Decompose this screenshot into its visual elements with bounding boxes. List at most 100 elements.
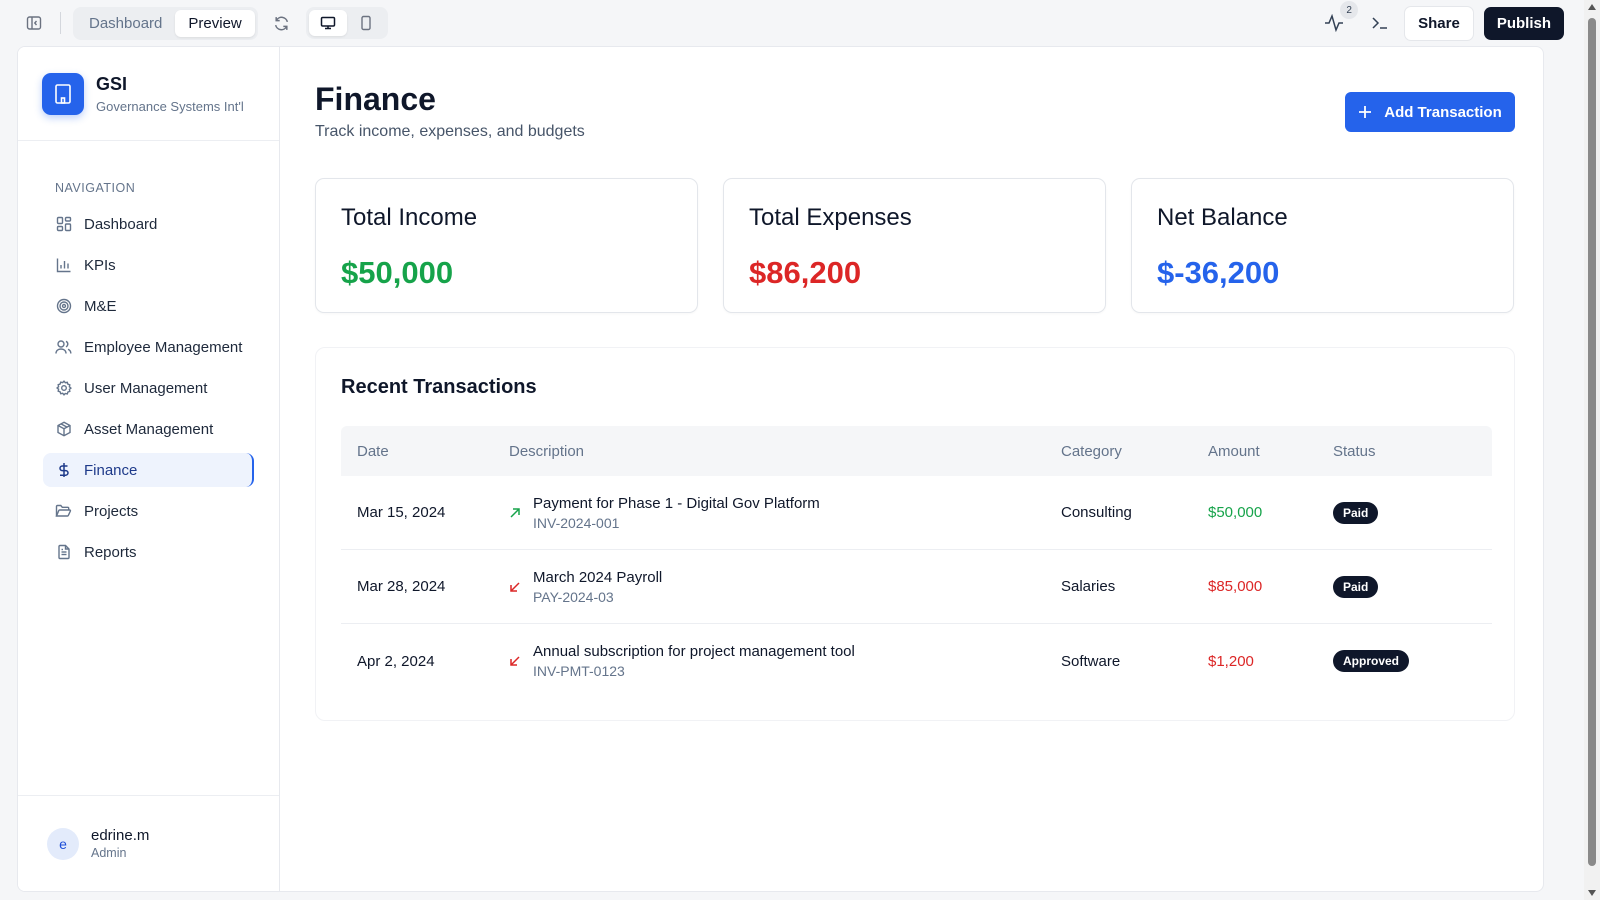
page-subtitle: Track income, expenses, and budgets [315,123,585,140]
sidebar-item-dashboard[interactable]: Dashboard [43,207,254,241]
table-row[interactable]: Mar 28, 2024 March 2024 Payroll PAY-2024… [341,550,1492,624]
gear-icon [55,380,72,397]
transaction-reference: INV-PMT-0123 [533,663,625,679]
sidebar-item-projects[interactable]: Projects [43,494,254,528]
device-toggle [305,7,388,39]
share-button[interactable]: Share [1404,5,1474,41]
sidebar-item-employee-management[interactable]: Employee Management [43,330,254,364]
grid-icon [55,216,72,233]
publish-button[interactable]: Publish [1483,6,1564,40]
transaction-description: Annual subscription for project manageme… [533,643,855,660]
net-balance-card: Net Balance $-36,200 [1131,178,1514,313]
transaction-reference: PAY-2024-03 [533,588,614,605]
arrow-down-left-icon [509,655,533,667]
app-window: GSI Governance Systems Int'l NAVIGATION … [17,46,1544,892]
activity-count-badge: 2 [1340,1,1359,19]
page-title: Finance [315,81,436,117]
cell-amount: $50,000 [1208,504,1263,521]
sidebar-item-user-management[interactable]: User Management [43,371,254,405]
cell-description: Payment for Phase 1 - Digital Gov Platfo… [509,495,1061,531]
target-icon [55,298,72,315]
sidebar-item-label: Reports [84,543,137,561]
building-icon [42,72,84,115]
users-icon [55,339,72,356]
cell-date: Mar 15, 2024 [357,504,446,521]
folder-icon [55,503,72,520]
sidebar-item-finance[interactable]: Finance [43,453,254,487]
box-icon [55,421,72,438]
arrow-up-right-icon [509,507,533,519]
brand-header: GSI Governance Systems Int'l [18,47,279,141]
recent-transactions-panel: Recent Transactions Date Description Cat… [315,347,1515,721]
cell-status: Paid [1333,575,1492,598]
sidebar-item-label: Dashboard [84,215,158,233]
avatar: e [47,827,79,860]
total-income-card: Total Income $50,000 [315,178,698,313]
user-profile[interactable]: e edrine.m Admin [18,795,279,891]
brand-name: GSI [96,73,128,94]
tab-preview[interactable]: Preview [175,9,255,37]
cell-category: Consulting [1061,504,1132,521]
sidebar-item-reports[interactable]: Reports [43,535,254,569]
cell-amount: $85,000 [1208,578,1263,595]
top-toolbar: Dashboard Preview 2 Share Publish [0,0,1584,46]
user-role: Admin [91,846,127,860]
total-expenses-card: Total Expenses $86,200 [723,178,1106,313]
column-header-description: Description [509,442,585,460]
status-badge: Paid [1333,501,1379,524]
sidebar: GSI Governance Systems Int'l NAVIGATION … [18,47,280,891]
transactions-table: Date Description Category Amount Status … [341,426,1492,698]
status-badge: Paid [1333,575,1379,598]
cell-amount: $1,200 [1208,652,1254,670]
refresh-icon[interactable] [268,9,296,37]
terminal-icon[interactable] [1366,9,1394,37]
scrollbar-thumb[interactable] [1588,18,1596,866]
status-badge: Approved [1333,650,1410,672]
cell-date: Mar 28, 2024 [357,578,446,595]
sidebar-item-label: KPIs [84,256,116,274]
mobile-view-button[interactable] [347,10,385,36]
column-header-amount: Amount [1208,442,1260,460]
sidebar-item-kpis[interactable]: KPIs [43,248,254,282]
cell-category: Software [1061,652,1121,670]
arrow-down-left-icon [509,581,533,593]
scroll-down-arrow-icon[interactable] [1588,890,1596,896]
cell-category: Salaries [1061,578,1116,595]
sidebar-item-label: M&E [84,297,117,315]
sidebar-item-label: Finance [84,461,138,479]
phone-icon [361,15,371,31]
transaction-description: March 2024 Payroll [533,568,663,586]
sidebar-item-label: User Management [84,379,208,397]
nav-section-title: NAVIGATION [55,181,136,195]
card-value: $-36,200 [1157,255,1280,290]
sidebar-item-label: Asset Management [84,420,214,438]
activity-icon[interactable]: 2 [1320,1,1359,37]
sidebar-item-me[interactable]: M&E [43,289,254,323]
table-header: Date Description Category Amount Status [341,426,1492,476]
bar-chart-icon [55,257,72,274]
sidebar-item-asset-management[interactable]: Asset Management [43,412,254,446]
cell-status: Approved [1333,650,1492,672]
transaction-reference: INV-2024-001 [533,514,620,531]
sidebar-item-label: Employee Management [84,338,243,356]
brand-subtitle: Governance Systems Int'l [96,98,244,114]
sidebar-item-label: Projects [84,502,139,520]
transaction-description: Payment for Phase 1 - Digital Gov Platfo… [533,494,820,512]
cell-description: Annual subscription for project manageme… [509,643,1061,679]
add-transaction-button[interactable]: Add Transaction [1345,92,1515,132]
table-row[interactable]: Apr 2, 2024 Annual subscription for proj… [341,624,1492,698]
column-header-date: Date [357,442,389,460]
page-scrollbar[interactable] [1584,0,1600,900]
dollar-icon [55,462,72,479]
toolbar-divider [60,12,61,34]
table-row[interactable]: Mar 15, 2024 Payment for Phase 1 - Digit… [341,476,1492,550]
scroll-up-arrow-icon[interactable] [1588,4,1596,10]
card-label: Net Balance [1157,204,1288,231]
tab-dashboard[interactable]: Dashboard [76,10,175,37]
file-icon [55,544,72,561]
monitor-icon [320,16,335,30]
sidebar-toggle-icon[interactable] [20,9,48,37]
main-content: Finance Track income, expenses, and budg… [281,47,1543,891]
desktop-view-button[interactable] [308,10,347,36]
cell-date: Apr 2, 2024 [357,652,435,670]
